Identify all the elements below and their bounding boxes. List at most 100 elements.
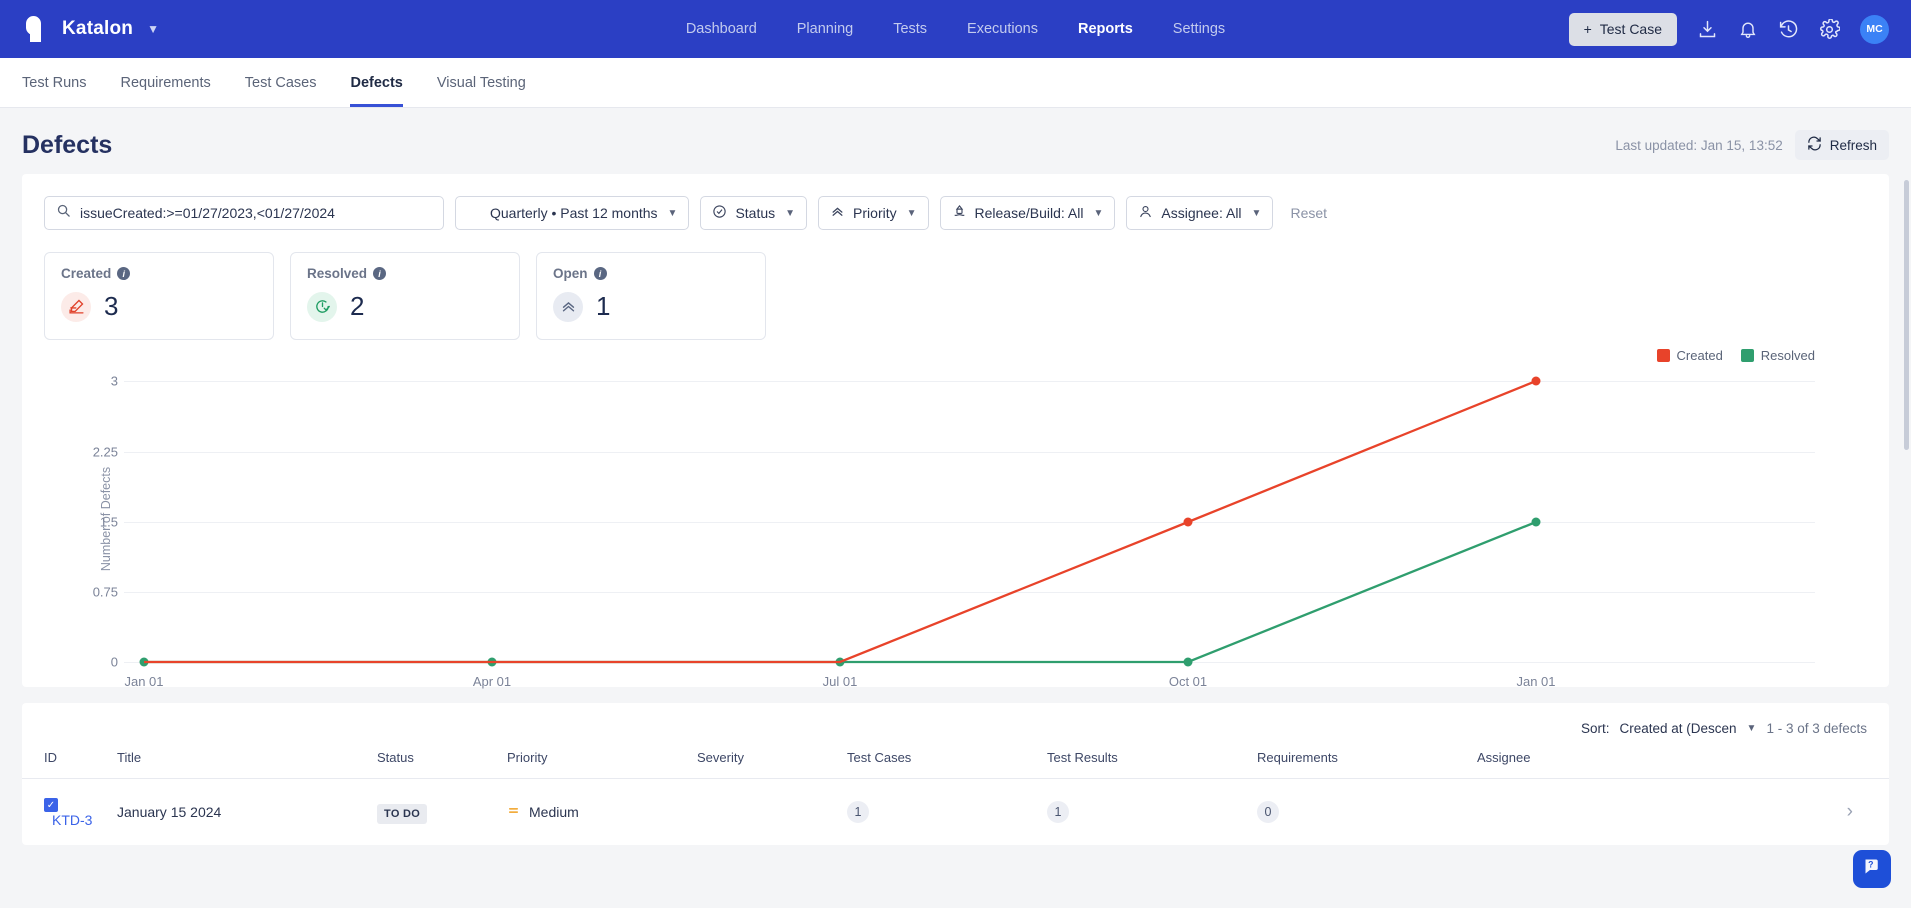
chart-series-svg [139, 376, 1541, 667]
table-toolbar: Sort: Created at (Descen ▼ 1 - 3 of 3 de… [22, 703, 1889, 750]
series-point-resolved[interactable] [1183, 657, 1193, 667]
top-navigation-bar: Katalon ▼ Dashboard Planning Tests Execu… [0, 0, 1911, 58]
section-tabs: Test Runs Requirements Test Cases Defect… [0, 58, 1911, 108]
sort-label: Sort: [1580, 721, 1610, 736]
table-row[interactable]: ✓ KTD-3 January 15 2024 TO DO Medium 1 1… [22, 779, 1889, 846]
release-build-filter[interactable]: Release/Build: All ▼ [939, 196, 1116, 230]
series-line-created [144, 379, 1537, 664]
col-test-cases[interactable]: Test Cases [837, 750, 1037, 779]
tab-defects[interactable]: Defects [350, 75, 403, 107]
col-status[interactable]: Status [367, 750, 497, 779]
col-test-results[interactable]: Test Results [1037, 750, 1247, 779]
history-icon[interactable] [1778, 19, 1799, 40]
refresh-button[interactable]: Refresh [1794, 130, 1889, 160]
legend-label-resolved: Resolved [1760, 348, 1815, 363]
stat-created-value-row: 3 [61, 291, 257, 322]
cell-id: ✓ KTD-3 [22, 779, 107, 846]
nav-item-dashboard[interactable]: Dashboard [686, 21, 757, 37]
status-filter[interactable]: Status ▼ [700, 196, 808, 230]
gear-icon[interactable] [1819, 18, 1840, 40]
stat-open-label-row: Open i [553, 266, 749, 281]
x-tick-4: Jan 01 [1516, 674, 1556, 689]
refresh-label: Refresh [1829, 137, 1877, 153]
help-chat-button[interactable]: ? [1853, 850, 1891, 888]
search-box[interactable] [44, 196, 444, 230]
cell-priority: Medium [497, 779, 687, 846]
info-icon[interactable]: i [593, 267, 607, 280]
nav-item-planning[interactable]: Planning [797, 21, 853, 37]
tab-test-runs[interactable]: Test Runs [22, 75, 86, 107]
chevron-down-icon: ▼ [785, 207, 796, 219]
create-test-case-button[interactable]: + Test Case [1568, 12, 1677, 46]
stat-created-label: Created [61, 266, 112, 281]
search-input[interactable] [80, 205, 432, 221]
katalon-logo-icon [22, 16, 48, 42]
nav-item-tests[interactable]: Tests [893, 21, 927, 37]
defects-trend-chart: Created Resolved Number of Defects 3 2.2… [22, 340, 1889, 689]
stat-resolved-value-row: 2 [307, 291, 503, 322]
row-expand-chevron-icon[interactable]: › [1847, 801, 1853, 823]
reset-filters-button[interactable]: Reset [1290, 205, 1327, 221]
stat-resolved-label-row: Resolved i [307, 266, 503, 281]
cell-title[interactable]: January 15 2024 [107, 779, 367, 846]
defects-table: ID Title Status Priority Severity Test C… [22, 750, 1889, 845]
stat-card-open: Open i 1 [536, 252, 766, 340]
defect-id-link[interactable]: KTD-3 [52, 812, 92, 828]
cell-status: TO DO [367, 779, 497, 846]
nav-item-executions[interactable]: Executions [967, 21, 1038, 37]
series-point-created[interactable] [1531, 376, 1541, 386]
col-priority[interactable]: Priority [497, 750, 687, 779]
assignee-filter[interactable]: Assignee: All ▼ [1126, 196, 1274, 230]
info-icon[interactable]: i [373, 267, 387, 280]
col-assignee[interactable]: Assignee [1467, 750, 1889, 779]
bell-icon[interactable] [1738, 19, 1758, 39]
sort-select[interactable]: Created at (Descen ▼ [1619, 721, 1756, 736]
tab-test-cases[interactable]: Test Cases [245, 75, 317, 107]
x-tick-2: Jul 01 [822, 674, 858, 689]
col-severity[interactable]: Severity [687, 750, 837, 779]
col-id[interactable]: ID [22, 750, 107, 779]
cell-requirements: 0 [1247, 779, 1467, 846]
download-icon[interactable] [1697, 19, 1718, 40]
series-point-resolved[interactable] [1531, 517, 1541, 527]
x-tick-1: Apr 01 [472, 674, 512, 689]
page-scrollbar[interactable] [1904, 180, 1909, 450]
brand-chevron-down-icon[interactable]: ▼ [147, 22, 159, 36]
priority-chevrons-icon [830, 204, 845, 222]
priority-medium-icon [507, 804, 520, 820]
cell-test-cases: 1 [837, 779, 1037, 846]
tab-visual-testing[interactable]: Visual Testing [437, 75, 526, 107]
svg-text:?: ? [1868, 859, 1873, 869]
chevron-down-icon: ▼ [667, 207, 678, 219]
nav-item-settings[interactable]: Settings [1173, 21, 1225, 37]
stat-card-created: Created i 3 [44, 252, 274, 340]
brand-area[interactable]: Katalon ▼ [22, 16, 159, 42]
chevron-down-icon: ▼ [906, 207, 917, 219]
col-title[interactable]: Title [107, 750, 367, 779]
filter-bar: Quarterly • Past 12 months ▼ Status ▼ Pr… [22, 174, 1889, 230]
calendar-icon [467, 204, 482, 222]
page-title: Defects [22, 130, 113, 159]
series-point-created[interactable] [1183, 517, 1193, 527]
date-range-filter[interactable]: Quarterly • Past 12 months ▼ [455, 196, 690, 230]
stat-created-label-row: Created i [61, 266, 257, 281]
legend-item-created[interactable]: Created [1656, 348, 1723, 363]
summary-stats: Created i 3 Resolved i 2 Open i 1 [22, 230, 1889, 340]
col-requirements[interactable]: Requirements [1247, 750, 1467, 779]
legend-item-resolved[interactable]: Resolved [1740, 348, 1815, 363]
nav-item-reports[interactable]: Reports [1078, 21, 1133, 37]
priority-filter[interactable]: Priority ▼ [818, 196, 929, 230]
refresh-icon [1807, 136, 1822, 154]
row-checkbox[interactable]: ✓ [44, 798, 58, 813]
user-avatar[interactable]: MC [1860, 14, 1889, 44]
requirements-count: 0 [1257, 801, 1279, 824]
page-header-actions: Last updated: Jan 15, 13:52 Refresh [1615, 130, 1889, 160]
person-icon [1138, 204, 1153, 222]
tab-requirements[interactable]: Requirements [120, 75, 210, 107]
create-test-case-label: Test Case [1599, 21, 1662, 37]
defects-overview-card: Quarterly • Past 12 months ▼ Status ▼ Pr… [22, 174, 1889, 689]
release-icon [952, 204, 967, 222]
page-header: Defects Last updated: Jan 15, 13:52 Refr… [0, 108, 1911, 174]
test-cases-count: 1 [847, 801, 869, 824]
info-icon[interactable]: i [117, 267, 131, 280]
